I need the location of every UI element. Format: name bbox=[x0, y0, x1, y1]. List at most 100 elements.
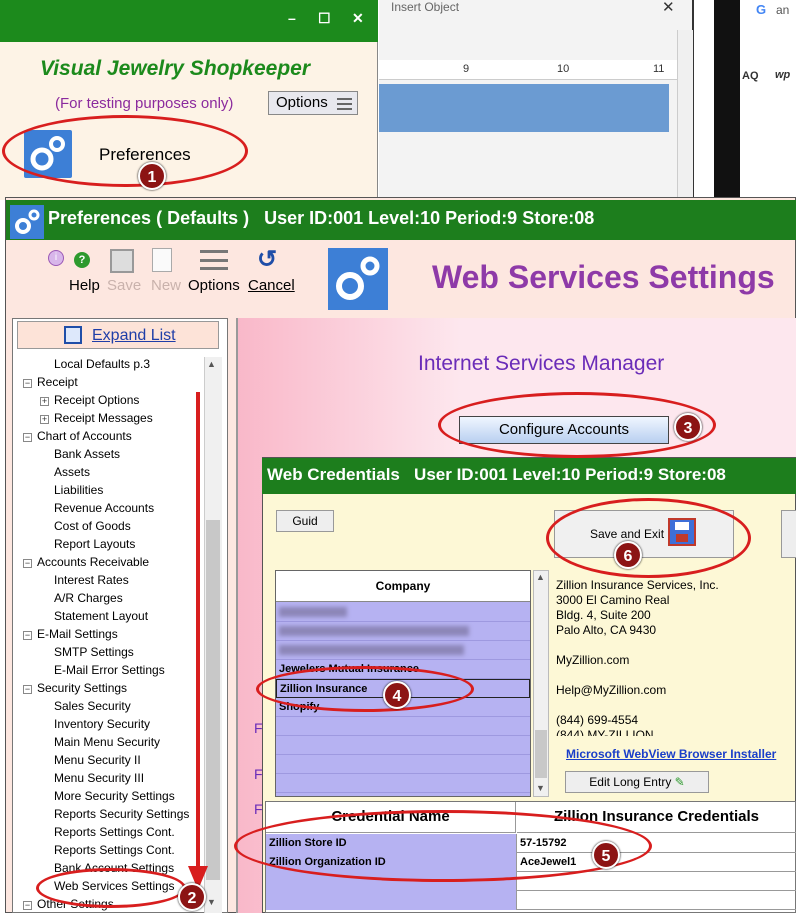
save-button[interactable]: Save bbox=[107, 277, 141, 294]
tree-item[interactable]: Accounts Receivable bbox=[37, 555, 149, 569]
tree-item[interactable]: Local Defaults p.3 bbox=[54, 357, 150, 371]
tree-item[interactable]: Chart of Accounts bbox=[37, 429, 132, 443]
tree-item[interactable]: Menu Security III bbox=[54, 771, 144, 785]
bookmark-wp[interactable]: wp bbox=[775, 69, 790, 81]
tree-item[interactable]: Reports Settings Cont. bbox=[54, 843, 175, 857]
options-button[interactable]: Options bbox=[188, 277, 240, 294]
tree-item[interactable]: Reports Security Settings bbox=[54, 807, 189, 821]
minimize-button[interactable]: – bbox=[288, 10, 296, 26]
new-document-icon bbox=[152, 248, 172, 272]
help-button[interactable]: Help bbox=[69, 277, 100, 294]
redacted-company-name bbox=[279, 607, 347, 617]
company-row[interactable] bbox=[276, 622, 530, 641]
tree-item[interactable]: Assets bbox=[54, 465, 90, 479]
tree-item[interactable]: E-Mail Error Settings bbox=[54, 663, 165, 677]
tree-toggle-icon[interactable]: − bbox=[23, 433, 32, 442]
scroll-down-icon[interactable]: ▼ bbox=[207, 897, 216, 907]
tree-item[interactable]: A/R Charges bbox=[54, 591, 123, 605]
address-line: Zillion Insurance Services, Inc. bbox=[556, 578, 719, 592]
info-icon[interactable]: i bbox=[48, 250, 64, 266]
company-row[interactable] bbox=[276, 641, 530, 660]
step-badge-2: 2 bbox=[178, 883, 206, 911]
google-icon: G bbox=[756, 2, 767, 17]
scroll-up-icon[interactable]: ▲ bbox=[207, 359, 216, 369]
bookmark-aq[interactable]: AQ bbox=[742, 70, 759, 82]
save-icon bbox=[110, 249, 134, 273]
step-badge-3: 3 bbox=[674, 413, 702, 441]
red-down-arrow-icon bbox=[188, 392, 208, 890]
expand-list-checkbox[interactable] bbox=[64, 326, 82, 344]
tree-toggle-icon[interactable]: − bbox=[23, 379, 32, 388]
scroll-up-icon[interactable]: ▲ bbox=[536, 572, 545, 582]
credential-row[interactable] bbox=[266, 891, 796, 910]
tree-item[interactable]: Revenue Accounts bbox=[54, 501, 154, 515]
tree-toggle-icon[interactable]: + bbox=[40, 415, 49, 424]
address-line: (844) MY-ZILLION bbox=[556, 728, 654, 736]
internet-services-title: Internet Services Manager bbox=[418, 352, 665, 375]
tree-item[interactable]: E-Mail Settings bbox=[37, 627, 118, 641]
tree-item[interactable]: Inventory Security bbox=[54, 717, 150, 731]
annotation-ellipse bbox=[36, 868, 186, 908]
new-button[interactable]: New bbox=[151, 277, 181, 294]
page-heading: Web Services Settings bbox=[432, 259, 775, 295]
company-scrollbar-thumb[interactable] bbox=[535, 730, 547, 778]
document-scrollbar[interactable] bbox=[677, 30, 693, 200]
webview-installer-link[interactable]: Microsoft WebView Browser Installer bbox=[566, 747, 776, 761]
company-row[interactable] bbox=[276, 755, 530, 774]
gear-icon bbox=[328, 248, 388, 310]
company-row[interactable] bbox=[276, 717, 530, 736]
tree-item[interactable]: Menu Security II bbox=[54, 753, 141, 767]
company-row[interactable] bbox=[276, 736, 530, 755]
tree-item[interactable]: Liabilities bbox=[54, 483, 103, 497]
cancel-button[interactable]: Cancel bbox=[248, 277, 295, 294]
document-selection bbox=[379, 84, 669, 132]
step-badge-1: 1 bbox=[138, 162, 166, 190]
app-subtitle: (For testing purposes only) bbox=[55, 95, 234, 112]
preferences-title: Preferences ( Defaults ) User ID:001 Lev… bbox=[48, 208, 595, 228]
redacted-company-name bbox=[279, 626, 469, 636]
tree-toggle-icon[interactable]: − bbox=[23, 559, 32, 568]
address-line: Help@MyZillion.com bbox=[556, 683, 667, 697]
doc-close-icon[interactable]: ✕ bbox=[662, 0, 675, 16]
step-badge-5: 5 bbox=[592, 841, 620, 869]
tree-item[interactable]: More Security Settings bbox=[54, 789, 175, 803]
help-icon[interactable]: ? bbox=[74, 252, 90, 268]
tree-toggle-icon[interactable]: − bbox=[23, 631, 32, 640]
web-credentials-title: Web Credentials User ID:001 Level:10 Per… bbox=[267, 465, 726, 484]
annotation-ellipse bbox=[234, 810, 652, 882]
tree-toggle-icon[interactable]: − bbox=[23, 901, 32, 910]
tree-item[interactable]: Cost of Goods bbox=[54, 519, 131, 533]
options-menu-button[interactable]: Options bbox=[268, 91, 358, 115]
tree-item[interactable]: Interest Rates bbox=[54, 573, 129, 587]
company-row[interactable] bbox=[276, 603, 530, 622]
undo-icon[interactable]: ↺ bbox=[257, 245, 277, 274]
tree-item[interactable]: Receipt Messages bbox=[54, 411, 153, 425]
browser-tab-title[interactable]: an bbox=[776, 3, 789, 17]
tree-item[interactable]: Receipt bbox=[37, 375, 78, 389]
options-icon[interactable] bbox=[200, 250, 228, 270]
tree-toggle-icon[interactable]: + bbox=[40, 397, 49, 406]
scroll-down-icon[interactable]: ▼ bbox=[536, 783, 545, 793]
edit-long-entry-button[interactable]: Edit Long Entry ✎ bbox=[565, 771, 709, 793]
company-column-header[interactable]: Company bbox=[276, 571, 530, 602]
gear-icon bbox=[10, 205, 44, 239]
tree-item[interactable]: Receipt Options bbox=[54, 393, 139, 407]
expand-list-label[interactable]: Expand List bbox=[92, 327, 176, 345]
guid-button[interactable]: Guid bbox=[276, 510, 334, 532]
tree-item[interactable]: Statement Layout bbox=[54, 609, 148, 623]
tree-toggle-icon[interactable]: − bbox=[23, 685, 32, 694]
truncated-button[interactable] bbox=[781, 510, 796, 558]
address-line: 3000 El Camino Real bbox=[556, 593, 670, 607]
tree-item[interactable]: Reports Settings Cont. bbox=[54, 825, 175, 839]
tree-item[interactable]: Security Settings bbox=[37, 681, 127, 695]
document-ruler: 9 10 11 bbox=[379, 60, 677, 80]
close-button[interactable]: ✕ bbox=[352, 10, 364, 27]
maximize-button[interactable]: ☐ bbox=[318, 10, 331, 27]
tree-item[interactable]: Report Layouts bbox=[54, 537, 135, 551]
tree-item[interactable]: Bank Assets bbox=[54, 447, 120, 461]
company-row[interactable] bbox=[276, 774, 530, 793]
tree-item[interactable]: Main Menu Security bbox=[54, 735, 160, 749]
tree-item[interactable]: Sales Security bbox=[54, 699, 131, 713]
tree-item[interactable]: SMTP Settings bbox=[54, 645, 134, 659]
annotation-ellipse bbox=[546, 498, 751, 578]
